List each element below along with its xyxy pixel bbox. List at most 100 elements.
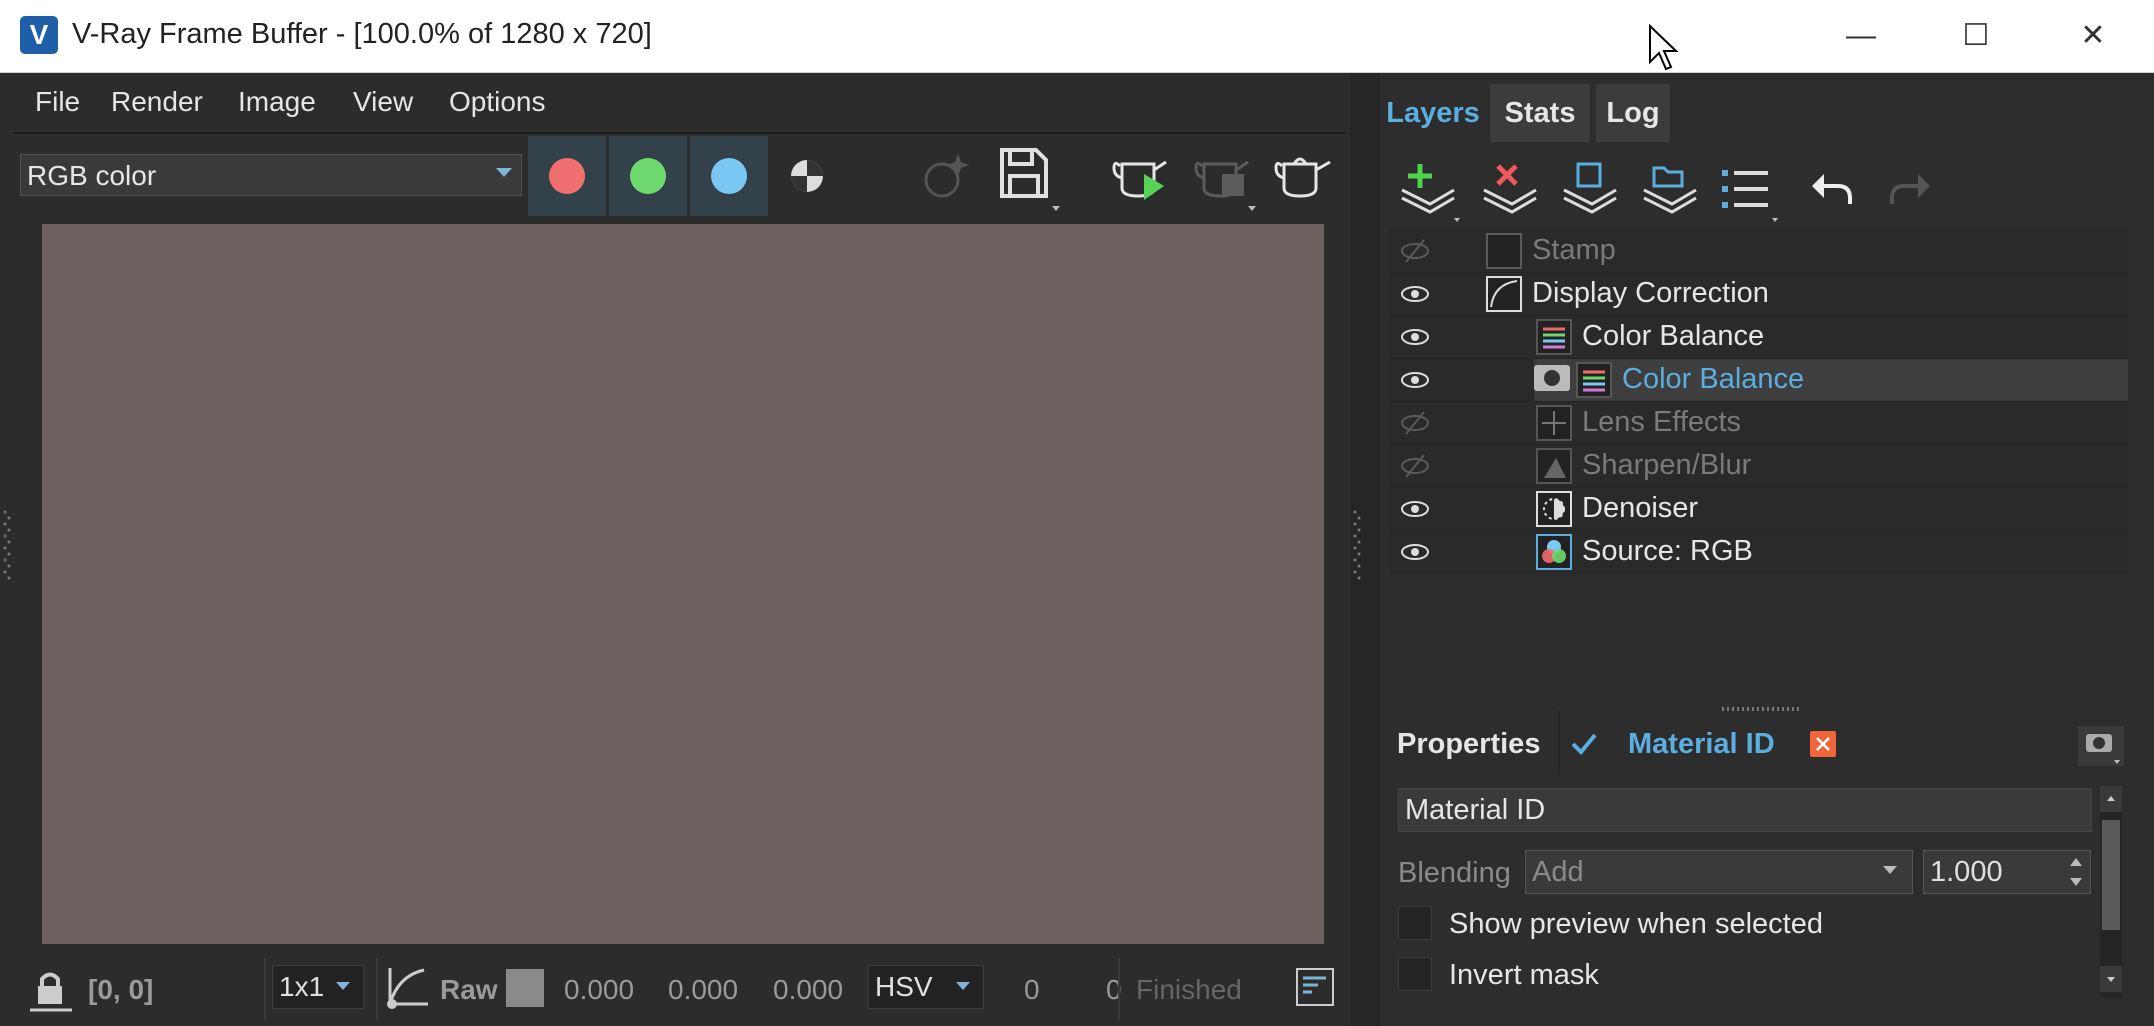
opacity-spinbox[interactable]: 1.000: [1923, 850, 2091, 894]
chevron-down-icon: [956, 982, 970, 990]
spinner-arrows-icon[interactable]: [2068, 852, 2084, 897]
window-title: V-Ray Frame Buffer - [100.0% of 1280 x 7…: [72, 18, 652, 50]
left-splitter-handle[interactable]: [2, 508, 12, 588]
lock-icon[interactable]: [28, 966, 74, 1017]
invert-mask-checkbox[interactable]: [1398, 957, 1432, 991]
layer-name: Denoiser: [1582, 492, 1699, 524]
show-preview-label: Show preview when selected: [1449, 908, 1823, 940]
stamp-icon: [1486, 233, 1522, 269]
undo-icon[interactable]: [1808, 168, 1856, 217]
blending-label: Blending: [1398, 857, 1511, 889]
tab-log[interactable]: Log: [1596, 84, 1670, 142]
blue-dot-icon: [711, 158, 747, 194]
render-teapot-button[interactable]: [1110, 146, 1170, 206]
save-image-button[interactable]: [996, 146, 1060, 211]
render-viewport[interactable]: [42, 224, 1324, 944]
sparkle-icon[interactable]: [914, 146, 974, 206]
layer-row[interactable]: Display Correction: [1390, 273, 2128, 316]
layer-row[interactable]: Stamp: [1390, 230, 2128, 273]
layer-name: Sharpen/Blur: [1582, 449, 1752, 481]
save-icon: [1000, 148, 1060, 211]
layer-row[interactable]: Sharpen/Blur: [1390, 445, 2128, 488]
denoiser-icon: [1536, 491, 1572, 527]
visibility-icon: [1401, 286, 1429, 302]
visibility-off-icon: [1401, 411, 1429, 435]
scroll-thumb[interactable]: [2102, 820, 2120, 930]
layer-row[interactable]: Color Balance: [1390, 316, 2128, 359]
minimize-button[interactable]: —: [1802, 0, 1920, 72]
visibility-off-icon: [1401, 454, 1429, 478]
pixel-coordinates: [0, 0]: [88, 974, 154, 1005]
teapot-button[interactable]: [1272, 146, 1332, 206]
lens-effects-icon: [1536, 405, 1572, 441]
zoom-select[interactable]: 1x1: [272, 965, 364, 1009]
redo-icon[interactable]: [1886, 168, 1934, 217]
channel-select[interactable]: RGB color: [20, 154, 522, 196]
tab-stats[interactable]: Stats: [1490, 84, 1590, 142]
alpha-channel-button[interactable]: [789, 158, 825, 199]
layer-name: Stamp: [1532, 234, 1616, 266]
invert-mask-label: Invert mask: [1449, 959, 1599, 991]
tab-layers[interactable]: Layers: [1382, 84, 1484, 142]
pane-splitter[interactable]: [1350, 73, 1380, 1026]
chevron-down-icon: [496, 168, 512, 177]
log-panel-icon[interactable]: [1296, 968, 1334, 1006]
selected-layer-title: Material ID: [1628, 728, 1775, 760]
blending-select[interactable]: Add: [1525, 850, 1913, 894]
layer-row[interactable]: Lens Effects: [1390, 402, 2128, 445]
layer-row-selected[interactable]: Color Balance: [1390, 359, 2128, 402]
properties-scrollbar[interactable]: [2100, 786, 2122, 998]
layer-enabled-checkbox[interactable]: [1568, 728, 1600, 765]
green-channel-button[interactable]: [609, 136, 687, 216]
maximize-button[interactable]: ☐: [1917, 0, 2035, 72]
menu-file[interactable]: File: [35, 86, 80, 118]
mask-menu-button[interactable]: [2078, 726, 2124, 766]
red-dot-icon: [549, 158, 585, 194]
status-separator: [1118, 958, 1120, 1020]
mask-icon[interactable]: [1534, 365, 1570, 391]
visibility-off-icon: [1401, 239, 1429, 263]
remove-layer-icon[interactable]: [1810, 731, 1836, 757]
visibility-icon: [1401, 501, 1429, 517]
value-g: 0.000: [668, 974, 739, 1005]
close-button[interactable]: ✕: [2034, 0, 2152, 72]
render-status: Finished: [1136, 974, 1242, 1005]
layer-row[interactable]: Source: RGB: [1390, 531, 2128, 574]
visibility-icon: [1401, 372, 1429, 388]
add-layer-icon[interactable]: [1396, 160, 1462, 231]
value-r: 0.000: [564, 974, 635, 1005]
properties-splitter[interactable]: [1390, 700, 2128, 711]
show-preview-checkbox[interactable]: [1398, 906, 1432, 940]
layer-list-icon[interactable]: [1718, 160, 1784, 231]
layer-row[interactable]: Denoiser: [1390, 488, 2128, 531]
menu-divider: [14, 132, 1346, 134]
load-layers-icon[interactable]: [1638, 160, 1698, 225]
scroll-up-button[interactable]: [2100, 786, 2122, 812]
status-separator: [376, 958, 378, 1020]
menu-image[interactable]: Image: [238, 86, 316, 118]
curve-toggle-icon[interactable]: [384, 964, 430, 1015]
teapot-icon: [1274, 157, 1331, 198]
alpha-icon: [791, 160, 823, 192]
raw-toggle[interactable]: Raw: [440, 974, 498, 1006]
vray-logo-icon: V: [20, 16, 58, 54]
blue-channel-button[interactable]: [690, 136, 768, 216]
color-balance-icon: [1576, 362, 1612, 398]
save-layers-icon[interactable]: [1558, 160, 1618, 225]
delete-layer-icon[interactable]: [1478, 160, 1538, 225]
chevron-down-icon: [336, 982, 350, 990]
mouse-cursor-icon: [1648, 23, 1679, 77]
red-channel-button[interactable]: [528, 136, 606, 216]
layer-name-field[interactable]: Material ID: [1398, 788, 2092, 832]
teapot-render-icon: [1112, 160, 1167, 200]
menu-view[interactable]: View: [353, 86, 413, 118]
layer-name: Source: RGB: [1582, 535, 1753, 567]
layer-name: Color Balance: [1582, 320, 1765, 352]
color-balance-icon: [1536, 319, 1572, 355]
scroll-down-button[interactable]: [2100, 966, 2122, 992]
menu-options[interactable]: Options: [449, 86, 546, 118]
curve-icon: [1486, 276, 1522, 312]
visibility-icon: [1401, 544, 1429, 560]
menu-render[interactable]: Render: [111, 86, 203, 118]
interactive-render-button[interactable]: [1192, 146, 1256, 211]
